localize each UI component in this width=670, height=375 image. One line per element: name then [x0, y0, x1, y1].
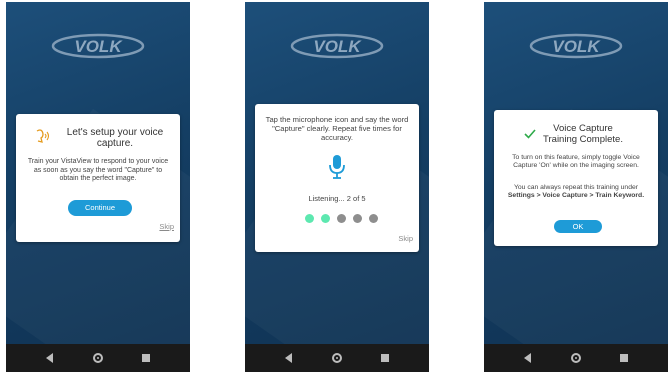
back-icon[interactable] [523, 353, 531, 363]
progress-dot-3 [337, 214, 346, 223]
volk-logo: VOLK [6, 32, 190, 60]
listening-instruction: Tap the microphone icon and say the word… [265, 115, 409, 142]
android-nav-bar [484, 344, 668, 372]
logo-text: VOLK [313, 37, 362, 56]
skip-link[interactable]: Skip [398, 234, 413, 243]
progress-dot-2 [321, 214, 330, 223]
setup-body: Train your VistaView to respond to your … [27, 158, 169, 182]
ok-button[interactable]: OK [554, 220, 602, 233]
home-icon[interactable] [570, 353, 581, 363]
volk-logo: VOLK [245, 32, 429, 60]
phone-screen-listening: VOLK Tap the microphone icon and say the… [245, 2, 429, 372]
microphone-icon[interactable] [328, 154, 346, 180]
android-nav-bar [6, 344, 190, 372]
home-icon[interactable] [92, 353, 103, 363]
checkmark-icon [524, 129, 536, 139]
progress-dot-4 [353, 214, 362, 223]
android-nav-bar [245, 344, 429, 372]
back-icon[interactable] [45, 353, 53, 363]
settings-path: Settings > Voice Capture > Train Keyword… [507, 192, 645, 199]
recent-apps-icon[interactable] [381, 354, 390, 362]
phone-screen-setup: VOLK Let's setup your voice capture. Tra… [6, 2, 190, 372]
setup-dialog: Let's setup your voice capture. Train yo… [16, 114, 180, 242]
complete-body-1: To turn on this feature, simply toggle V… [512, 154, 640, 169]
continue-button[interactable]: Continue [68, 200, 132, 216]
recent-apps-icon[interactable] [142, 354, 151, 362]
progress-dots [305, 214, 385, 226]
complete-body-2-text: You can always repeat this training unde… [513, 184, 639, 191]
listening-status: Listening... 2 of 5 [308, 194, 366, 203]
skip-link[interactable]: Skip [159, 222, 174, 231]
recent-apps-icon[interactable] [620, 354, 629, 362]
progress-dot-1 [305, 214, 314, 223]
setup-title: Let's setup your voice capture. [66, 127, 164, 149]
complete-title: Voice Capture Training Complete. [543, 123, 623, 145]
complete-body-2: You can always repeat this training unde… [504, 184, 648, 200]
back-icon[interactable] [284, 353, 292, 363]
volk-logo: VOLK [484, 32, 668, 60]
logo-text: VOLK [74, 37, 123, 56]
voice-speaking-icon [36, 129, 50, 143]
logo-text: VOLK [552, 37, 601, 56]
listening-dialog: Tap the microphone icon and say the word… [255, 104, 419, 252]
phone-screen-complete: VOLK Voice Capture Training Complete. To… [484, 2, 668, 372]
complete-dialog: Voice Capture Training Complete. To turn… [494, 110, 658, 246]
home-icon[interactable] [331, 353, 342, 363]
progress-dot-5 [369, 214, 378, 223]
